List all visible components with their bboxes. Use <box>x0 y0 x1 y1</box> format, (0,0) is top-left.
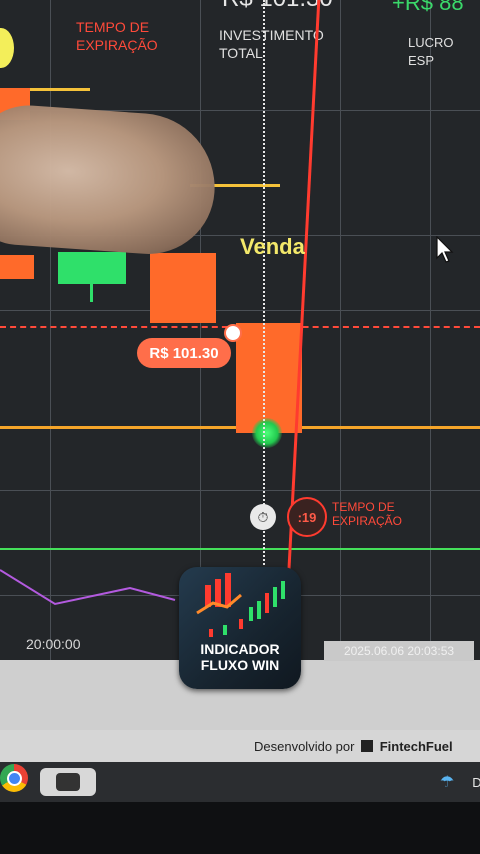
investment-label-line1: INVESTIMENTO <box>219 27 324 43</box>
expiration-label: TEMPO DE EXPIRAÇÃO <box>76 18 158 54</box>
candle-wick <box>90 284 93 302</box>
entry-point-glow <box>252 418 282 448</box>
developer-credit-prefix: Desenvolvido por <box>254 739 355 754</box>
expiry-countdown-label-line2: EXPIRAÇÃO <box>332 514 403 528</box>
weather-icon[interactable]: ☂ <box>432 768 462 796</box>
sell-candle-active <box>236 323 302 433</box>
trading-chart-screen: TEMPO DE EXPIRAÇÃO R$ 101.30 INVESTIMENT… <box>0 0 480 660</box>
price-marker <box>224 324 242 342</box>
sell-candle <box>150 253 216 323</box>
monitor-bezel <box>0 802 480 854</box>
datetime-box: 2025.06.06 20:03:53 <box>324 641 474 661</box>
expiration-label-line2: EXPIRAÇÃO <box>76 37 158 53</box>
sell-candle <box>0 255 34 279</box>
sell-signal-label: Venda <box>240 234 305 259</box>
profit-value: +R$ 88 <box>392 0 464 15</box>
time-axis-label: 20:00:00 <box>26 636 81 652</box>
price-tag: R$ 101.30 <box>137 338 231 368</box>
developer-brand[interactable]: FintechFuel <box>380 739 453 754</box>
grid-line <box>340 0 341 660</box>
logo-title-line2: FLUXO WIN <box>200 657 280 673</box>
expiration-label-line1: TEMPO DE <box>76 19 150 35</box>
app-icon[interactable] <box>40 768 96 796</box>
indicator-logo: INDICADOR FLUXO WIN <box>179 567 301 689</box>
investment-label-line2: TOTAL <box>219 45 263 61</box>
logo-title-line1: INDICADOR <box>200 641 280 657</box>
expiry-countdown: :19 <box>287 497 327 537</box>
grid-line <box>430 0 431 660</box>
expiry-countdown-label-line1: TEMPO DE <box>332 500 395 514</box>
brand-logo-icon <box>361 740 374 752</box>
yellow-indicator-dot <box>0 28 14 68</box>
logo-chart-icon <box>196 573 285 637</box>
investment-label: INVESTIMENTO TOTAL <box>219 26 324 62</box>
cursor-icon <box>436 236 454 263</box>
taskbar-clip-text: D <box>472 774 480 790</box>
indicator-line-green <box>0 548 480 550</box>
finger-overlay <box>0 101 220 259</box>
developer-credit: Desenvolvido por FintechFuel <box>254 739 453 754</box>
grid-line <box>0 310 480 311</box>
chrome-icon[interactable] <box>0 764 28 792</box>
expiry-countdown-label: TEMPO DE EXPIRAÇÃO <box>332 500 402 528</box>
grid-line <box>0 490 480 491</box>
buy-candle <box>58 252 126 284</box>
stopwatch-icon[interactable]: ⏱ <box>250 504 276 530</box>
profit-label: LUCRO ESP <box>408 35 454 68</box>
